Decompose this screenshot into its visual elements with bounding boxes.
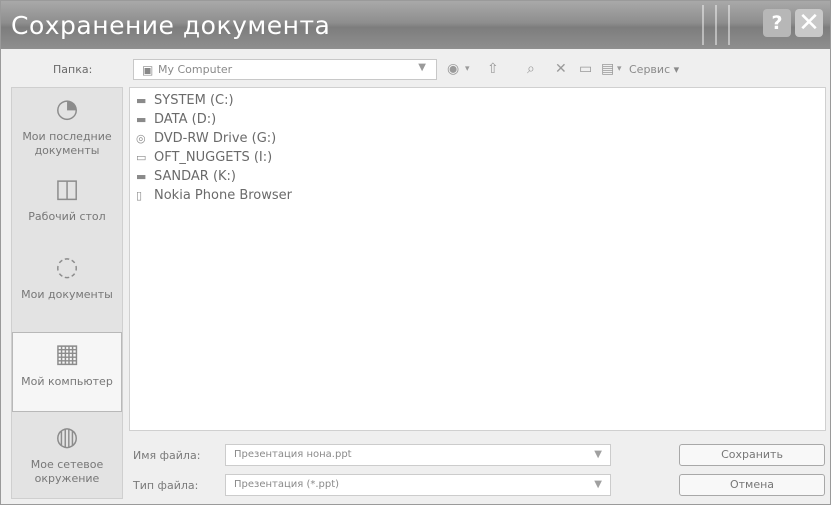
dvd-icon: ◎	[136, 132, 146, 145]
title-bar[interactable]: Сохранение документа ? ✕	[1, 1, 830, 49]
file-name: DATA (D:)	[154, 112, 217, 127]
filetype-label: Тип файла:	[133, 479, 199, 492]
back-icon[interactable]: ◉	[447, 61, 459, 77]
computer-icon: ▦	[54, 339, 80, 369]
back-dropdown-icon[interactable]: ▾	[465, 64, 470, 74]
save-dialog: Сохранение документа ? ✕ Папка: ▣ My Com…	[0, 0, 831, 505]
dialog-title: Сохранение документа	[11, 11, 331, 40]
place-my-documents[interactable]: ◌ Мои документы	[12, 252, 122, 322]
close-button[interactable]: ✕	[795, 8, 823, 38]
views-icon[interactable]: ▤	[601, 61, 614, 77]
save-button[interactable]: Сохранить	[679, 444, 825, 466]
file-name: DVD-RW Drive (G:)	[154, 131, 277, 146]
file-name: Nokia Phone Browser	[154, 188, 292, 203]
filename-value: Презентация нона.ppt	[234, 449, 352, 460]
list-item[interactable]: ▬ SYSTEM (C:)	[136, 92, 234, 109]
list-item[interactable]: ▯ Nokia Phone Browser	[136, 187, 292, 204]
filetype-select[interactable]: Презентация (*.ppt) ▼	[225, 474, 611, 496]
drive-icon: ▬	[136, 113, 147, 126]
views-dropdown-icon[interactable]: ▾	[617, 64, 622, 74]
place-label: Мой компьютер	[21, 375, 113, 388]
search-web-icon[interactable]: ⌕	[527, 61, 535, 77]
desktop-icon: ◫	[54, 174, 80, 204]
filetype-value: Презентация (*.ppt)	[234, 479, 340, 490]
chevron-down-icon[interactable]: ▼	[418, 62, 426, 73]
place-label: Мое сетевое окружение	[30, 458, 104, 485]
place-network[interactable]: ◍ Мое сетевое окружение	[12, 422, 122, 492]
clock-icon: ◔	[55, 94, 79, 124]
folder-dropdown[interactable]: ▣ My Computer ▼	[133, 59, 437, 80]
chevron-down-icon[interactable]: ▼	[594, 479, 602, 490]
up-folder-icon[interactable]: ⇧	[487, 61, 499, 77]
tools-label: Сервис	[629, 63, 671, 76]
usb-drive-icon: ▭	[136, 151, 147, 164]
phone-icon: ▯	[136, 189, 143, 202]
place-label: Рабочий стол	[28, 210, 106, 223]
cancel-button[interactable]: Отмена	[679, 474, 825, 496]
drive-icon: ▬	[136, 170, 147, 183]
file-name: SYSTEM (C:)	[154, 93, 234, 108]
place-desktop[interactable]: ◫ Рабочий стол	[12, 174, 122, 244]
list-item[interactable]: ▬ SANDAR (K:)	[136, 168, 236, 185]
folder-label: Папка:	[53, 63, 93, 76]
title-decoration	[691, 5, 741, 45]
place-label: Мои последние документы	[22, 130, 112, 157]
file-list[interactable]: ▬ SYSTEM (C:) ▬ DATA (D:) ◎ DVD-RW Drive (G…	[129, 87, 826, 431]
folder-value: My Computer	[158, 63, 233, 76]
filename-label: Имя файла:	[133, 449, 201, 462]
place-my-computer[interactable]: ▦ Мой компьютер	[12, 332, 122, 412]
list-item[interactable]: ◎ DVD-RW Drive (G:)	[136, 130, 276, 147]
network-icon: ◍	[55, 422, 79, 452]
places-bar: ◔ Мои последние документы ◫ Рабочий стол…	[11, 87, 123, 499]
tools-menu[interactable]: Сервис ▾	[629, 63, 679, 76]
place-recent-documents[interactable]: ◔ Мои последние документы	[12, 94, 122, 164]
help-button[interactable]: ?	[763, 9, 791, 37]
place-label: Мои документы	[21, 288, 113, 301]
new-folder-icon[interactable]: ▭	[579, 61, 592, 77]
documents-icon: ◌	[55, 252, 79, 282]
drive-icon: ▬	[136, 94, 147, 107]
filename-field[interactable]: Презентация нона.ppt ▼	[225, 444, 611, 466]
chevron-down-icon[interactable]: ▼	[594, 449, 602, 460]
list-item[interactable]: ▭ OFT_NUGGETS (I:)	[136, 149, 272, 166]
computer-icon: ▣	[142, 63, 154, 77]
file-name: OFT_NUGGETS (I:)	[154, 150, 273, 165]
file-name: SANDAR (K:)	[154, 169, 236, 184]
toolbar: Папка: ▣ My Computer ▼ ◉ ▾ ⇧ ⌕ ✕ ▭ ▤ ▾ С…	[1, 55, 830, 85]
list-item[interactable]: ▬ DATA (D:)	[136, 111, 216, 128]
delete-icon[interactable]: ✕	[555, 61, 567, 77]
